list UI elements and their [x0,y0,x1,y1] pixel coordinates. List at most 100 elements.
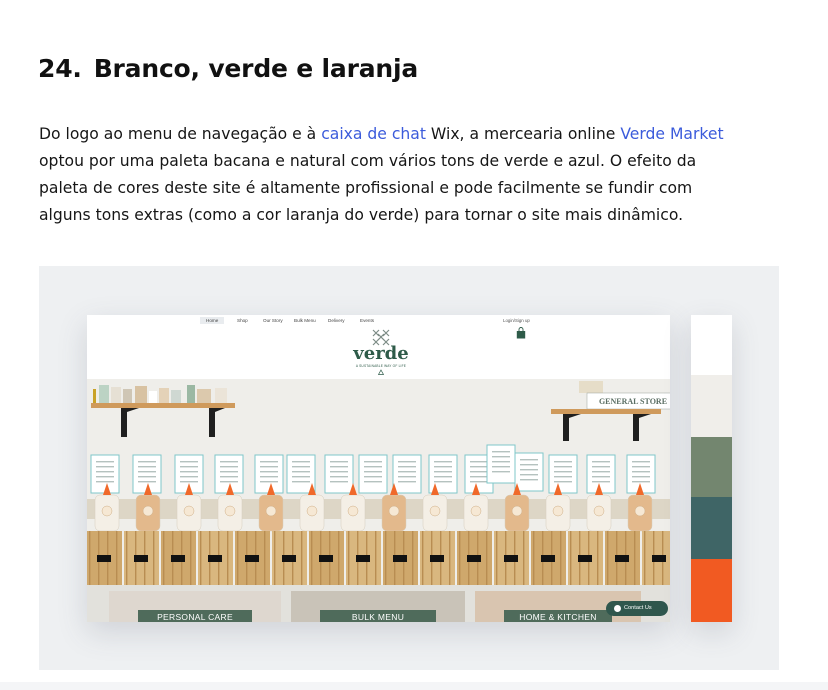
jar-label [552,505,564,517]
paragraph-line-1: Do logo ao menu de navegação e à caixa d… [39,121,779,148]
label-text-line [220,471,238,473]
label-text-line [492,471,510,473]
label-text-line [398,481,416,483]
crate-slat [597,531,599,585]
label-text-line [398,471,416,473]
label-text-line [554,466,572,468]
label-text-line [330,461,348,463]
label-text-line [434,466,452,468]
price-tag [282,555,296,562]
label-text-line [96,466,114,468]
nav-bulk-menu: Bulk Menu [294,318,316,323]
price-tag [467,555,481,562]
label-text-line [632,461,650,463]
category-bulk-menu[interactable]: BULK MENU [291,591,465,622]
article-heading: 24. Branco, verde e laranja [38,54,418,83]
crate-slat [227,531,229,585]
jar-label [224,505,236,517]
label-text-line [138,466,156,468]
label-text-line [364,471,382,473]
label-text-line [492,456,510,458]
site-nav: Home Shop Our Story Bulk Menu Delivery E… [87,315,670,327]
swatch-sage-green [691,437,732,497]
nav-shop: Shop [237,318,248,323]
crate-slat [153,531,155,585]
crate-slat [89,531,91,585]
logo-tagline: A SUSTAINABLE WAY OF LIFE [355,364,407,368]
label-text-line [138,481,156,483]
crate-slat [523,531,525,585]
verde-market-link[interactable]: Verde Market [620,125,723,143]
paragraph-line-3: paleta de cores deste site é altamente p… [39,179,693,197]
paragraph-text: Do logo ao menu de navegação e à [39,125,322,143]
swatch-orange [691,559,732,622]
label-text-line [554,481,572,483]
label-text-line [96,476,114,478]
nav-our-story: Our Story [263,318,283,323]
label-text-line [554,476,572,478]
label-text-line [220,476,238,478]
crate-slat [126,531,128,585]
chat-bubble-icon [614,605,621,612]
category-label: HOME & KITCHEN [504,610,612,622]
label-text-line [398,476,416,478]
label-text-line [554,471,572,473]
crate-slat [634,531,636,585]
label-text-line [138,461,156,463]
store-interior-illustration: GENERAL STORE [87,379,670,585]
label-text-line [260,476,278,478]
jar-label [265,505,277,517]
label-text-line [492,451,510,453]
price-tag [356,555,370,562]
crate-slat [422,531,424,585]
jar-label [429,505,441,517]
label-text-line [470,461,488,463]
product-label-card [254,454,284,494]
crate-slat [496,531,498,585]
label-text-line [554,461,572,463]
crate-slat [570,531,572,585]
category-personal-care[interactable]: PERSONAL CARE [109,591,281,622]
website-screenshot: Home Shop Our Story Bulk Menu Delivery E… [87,315,670,622]
label-text-line [260,466,278,468]
label-text-line [260,461,278,463]
contact-us-chat-button[interactable]: Contact Us [606,601,668,616]
verde-logo: verde A SUSTAINABLE WAY OF LIFE [351,328,411,380]
paragraph-text: Wix, a mercearia online [425,125,621,143]
label-text-line [292,471,310,473]
price-tag [97,555,111,562]
label-text-line [492,466,510,468]
label-text-line [364,466,382,468]
logo-wordmark: verde [353,343,409,364]
crate-slat [301,531,303,585]
category-label: BULK MENU [320,610,436,622]
crate-slat [533,531,535,585]
crate-slat [412,531,414,585]
label-text-line [470,471,488,473]
label-text-line [592,471,610,473]
label-text-line [592,481,610,483]
jar-label [183,505,195,517]
label-text-line [492,461,510,463]
heading-title: Branco, verde e laranja [93,54,419,83]
label-text-line [330,471,348,473]
label-text-line [138,471,156,473]
crate-slat [163,531,165,585]
product-label-card [324,454,354,494]
crate-slat [607,531,609,585]
label-text-line [520,474,538,476]
jar-label [634,505,646,517]
label-text-line [434,471,452,473]
crate-slat [375,531,377,585]
crate-slat [200,531,202,585]
label-text-line [434,461,452,463]
label-text-line [220,466,238,468]
chat-box-link[interactable]: caixa de chat [321,125,426,143]
label-text-line [180,481,198,483]
category-label: PERSONAL CARE [138,610,252,622]
label-text-line [434,476,452,478]
label-text-line [470,476,488,478]
crate-slat [190,531,192,585]
swatch-white [691,315,732,375]
crate-slat [264,531,266,585]
